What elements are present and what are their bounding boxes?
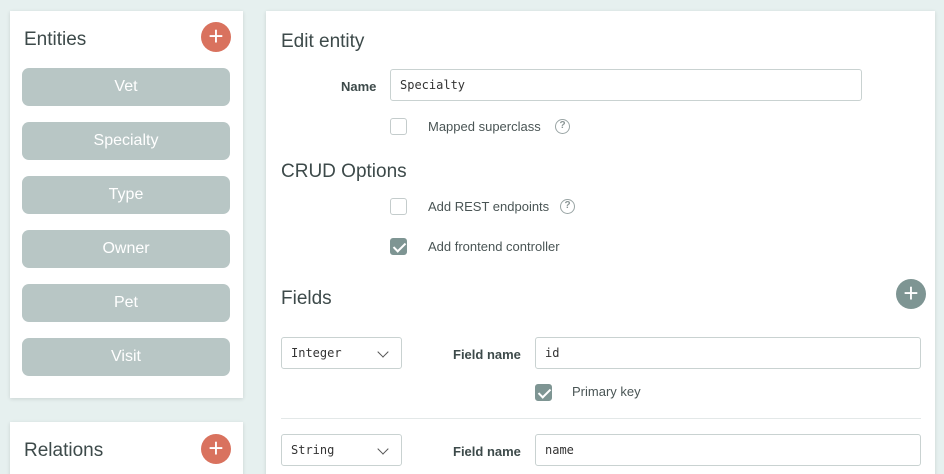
plus-icon: + bbox=[208, 433, 224, 463]
rest-endpoints-checkbox[interactable] bbox=[390, 198, 407, 215]
frontend-controller-label: Add frontend controller bbox=[428, 239, 560, 254]
primary-key-checkbox[interactable] bbox=[535, 384, 552, 401]
entities-title: Entities bbox=[24, 29, 87, 50]
field-name-input[interactable]: id bbox=[535, 337, 921, 369]
field-divider bbox=[281, 418, 921, 419]
add-entity-button[interactable]: + bbox=[201, 22, 231, 52]
entity-item-specialty[interactable]: Specialty bbox=[22, 122, 230, 160]
field-type-value: Integer bbox=[291, 346, 342, 360]
field-type-select[interactable]: Integer bbox=[281, 337, 402, 369]
entity-item-vet[interactable]: Vet bbox=[22, 68, 230, 106]
plus-icon: + bbox=[208, 21, 224, 51]
crud-options-title: CRUD Options bbox=[281, 161, 407, 182]
entity-item-pet[interactable]: Pet bbox=[22, 284, 230, 322]
edit-entity-panel: Edit entity Name Specialty Mapped superc… bbox=[266, 11, 935, 474]
field-type-select[interactable]: String bbox=[281, 434, 402, 466]
entity-item-type[interactable]: Type bbox=[22, 176, 230, 214]
edit-entity-title: Edit entity bbox=[281, 31, 365, 52]
field-type-value: String bbox=[291, 443, 335, 457]
help-icon[interactable]: ? bbox=[560, 199, 575, 214]
relations-title: Relations bbox=[24, 440, 104, 461]
relations-panel: Relations + bbox=[10, 422, 243, 474]
field-name-label: Field name bbox=[453, 347, 521, 362]
primary-key-label: Primary key bbox=[572, 384, 641, 399]
entity-name-input[interactable]: Specialty bbox=[390, 69, 862, 101]
chevron-down-icon bbox=[377, 346, 389, 358]
entity-item-owner[interactable]: Owner bbox=[22, 230, 230, 268]
field-name-input[interactable]: name bbox=[535, 434, 921, 466]
field-name-label: Field name bbox=[453, 444, 521, 459]
rest-endpoints-label: Add REST endpoints bbox=[428, 199, 550, 214]
entity-list: Vet Specialty Type Owner Pet Visit bbox=[22, 68, 230, 392]
add-relation-button[interactable]: + bbox=[201, 434, 231, 464]
plus-icon: + bbox=[903, 278, 919, 308]
fields-title: Fields bbox=[281, 288, 332, 309]
name-label: Name bbox=[341, 79, 377, 94]
help-icon[interactable]: ? bbox=[555, 119, 570, 134]
mapped-superclass-label: Mapped superclass bbox=[428, 119, 541, 134]
entity-item-visit[interactable]: Visit bbox=[22, 338, 230, 376]
add-field-button[interactable]: + bbox=[896, 279, 926, 309]
entities-panel: Entities + Vet Specialty Type Owner Pet … bbox=[10, 11, 243, 398]
chevron-down-icon bbox=[377, 443, 389, 455]
frontend-controller-checkbox[interactable] bbox=[390, 238, 407, 255]
mapped-superclass-checkbox[interactable] bbox=[390, 118, 407, 135]
